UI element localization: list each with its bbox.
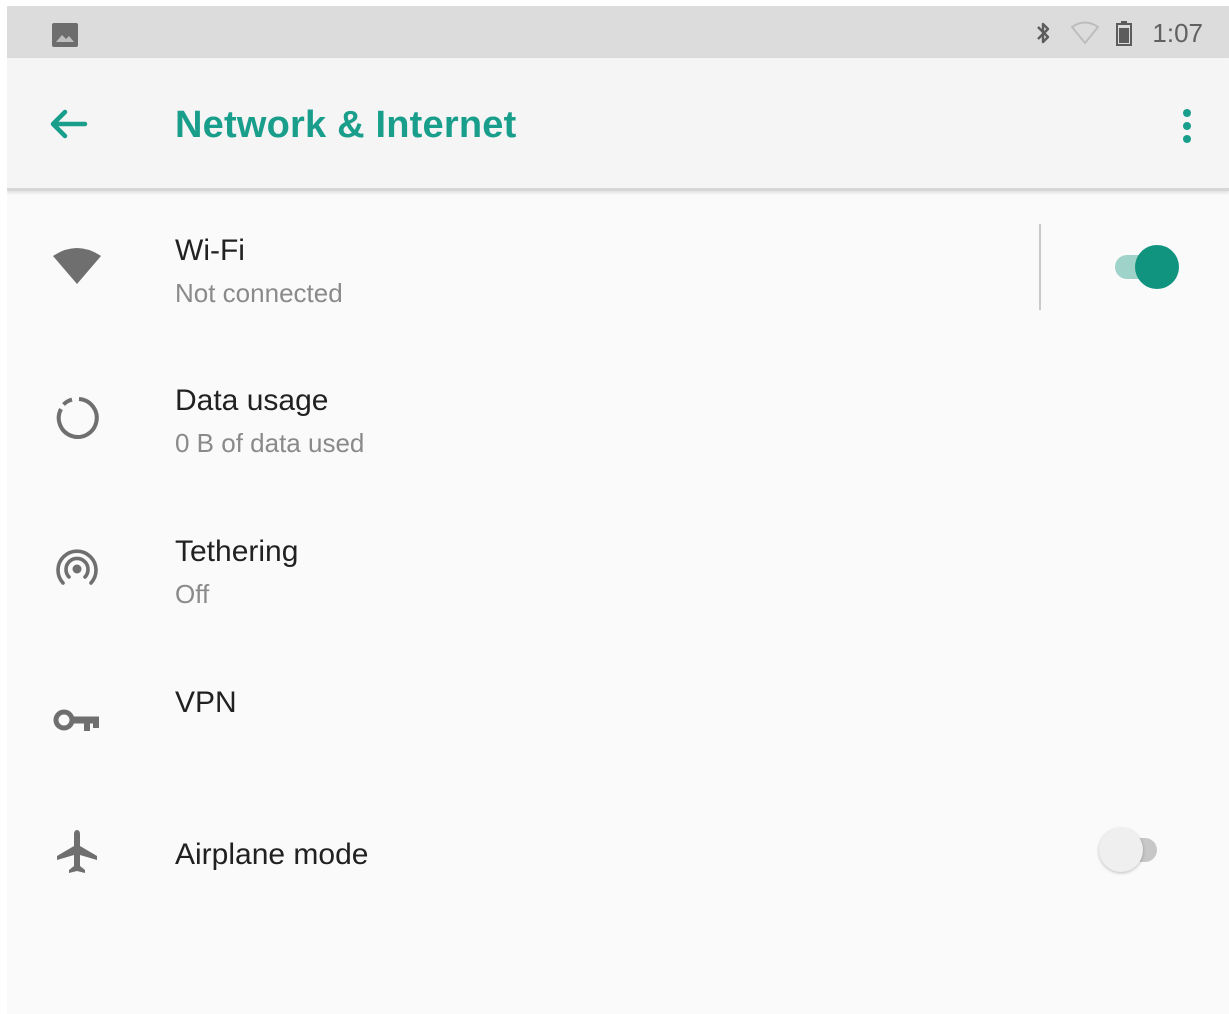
vpn-title: VPN bbox=[175, 686, 237, 719]
hotspot-icon bbox=[56, 549, 98, 585]
setting-item-wifi[interactable]: Wi-Fi Not connected bbox=[7, 200, 1229, 340]
airplane-mode-toggle-thumb bbox=[1099, 828, 1143, 872]
data-usage-title: Data usage bbox=[175, 384, 329, 417]
setting-item-airplane-mode[interactable]: Airplane mode bbox=[7, 786, 1229, 926]
image-notification-icon bbox=[52, 23, 78, 47]
wifi-icon bbox=[53, 248, 101, 284]
arrow-back-icon[interactable] bbox=[43, 102, 95, 146]
vpn-key-icon bbox=[53, 709, 99, 731]
wifi-toggle[interactable] bbox=[1113, 245, 1179, 289]
battery-icon bbox=[1116, 21, 1133, 46]
tethering-summary: Off bbox=[175, 579, 210, 609]
app-toolbar: Network & Internet bbox=[7, 58, 1229, 191]
wifi-toggle-thumb bbox=[1135, 245, 1179, 289]
setting-item-tethering[interactable]: Tethering Off bbox=[7, 503, 1229, 643]
airplane-mode-title: Airplane mode bbox=[175, 838, 369, 871]
status-icons: 1:07 bbox=[1030, 16, 1203, 50]
tethering-title: Tethering bbox=[175, 535, 299, 568]
data-usage-summary: 0 B of data used bbox=[175, 428, 365, 458]
status-time: 1:07 bbox=[1152, 17, 1203, 48]
wifi-summary: Not connected bbox=[175, 278, 343, 308]
wifi-empty-icon bbox=[1071, 21, 1100, 44]
airplane-mode-toggle[interactable] bbox=[1099, 828, 1163, 872]
wifi-switch-divider bbox=[1039, 224, 1041, 310]
wifi-title: Wi-Fi bbox=[175, 234, 245, 267]
airplane-icon bbox=[57, 830, 97, 873]
page-title: Network & Internet bbox=[175, 104, 517, 146]
data-usage-icon bbox=[56, 397, 99, 439]
bluetooth-icon bbox=[1037, 22, 1050, 44]
setting-item-data-usage[interactable]: Data usage 0 B of data used bbox=[7, 352, 1229, 492]
setting-item-vpn[interactable]: VPN bbox=[7, 654, 1229, 794]
settings-screen: 1:07 Network & Internet Wi-Fi Not connec… bbox=[7, 6, 1229, 1014]
status-bar: 1:07 bbox=[7, 6, 1229, 58]
more-vert-icon[interactable] bbox=[1173, 106, 1201, 146]
